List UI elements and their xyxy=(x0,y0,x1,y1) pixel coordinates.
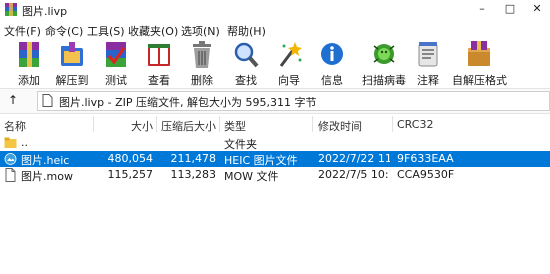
virus-scan-icon xyxy=(373,44,395,64)
column-divider[interactable] xyxy=(392,116,393,132)
find-button[interactable]: 查找 xyxy=(225,38,265,88)
magnifier-icon xyxy=(234,42,259,68)
minimize-button[interactable]: – xyxy=(472,2,492,15)
row-crc: CCA9530F xyxy=(397,168,455,181)
column-divider[interactable] xyxy=(312,116,313,132)
add-button[interactable]: 添加 xyxy=(8,38,48,88)
row-name: .. xyxy=(21,136,28,149)
maximize-button[interactable]: □ xyxy=(500,2,520,15)
comment-button[interactable]: 注释 xyxy=(407,38,447,88)
delete-button[interactable]: 删除 xyxy=(181,38,221,88)
folder-up-icon xyxy=(4,137,17,148)
info-button[interactable]: 信息 xyxy=(311,38,351,88)
window-title: 图片.livp xyxy=(22,5,68,18)
title-bar: 图片.livp – □ ✕ xyxy=(0,0,550,20)
address-bar: ↑ 图片.livp - ZIP 压缩文件, 解包大小为 595,311 字节 xyxy=(0,88,550,114)
row-name: 图片.mow xyxy=(21,170,73,183)
add-archive-icon xyxy=(19,42,39,67)
list-item[interactable]: 图片.mow 115,257 113,283 MOW 文件 2022/7/5 1… xyxy=(0,167,550,183)
wizard-button[interactable]: 向导 xyxy=(268,38,308,88)
document-icon xyxy=(42,94,53,107)
column-type[interactable]: 类型 xyxy=(224,118,246,134)
row-modified: 2022/7/5 10:11 xyxy=(318,168,390,181)
test-button[interactable]: 测试 xyxy=(95,38,135,88)
virus-scan-button[interactable]: 扫描病毒 xyxy=(362,38,406,88)
extract-to-button[interactable]: 解压到 xyxy=(51,38,91,88)
row-modified: 2022/7/22 11... xyxy=(318,152,390,165)
row-packed: 113,283 xyxy=(170,168,217,181)
archive-path-field[interactable]: 图片.livp - ZIP 压缩文件, 解包大小为 595,311 字节 xyxy=(37,91,550,111)
sfx-button[interactable]: 自解压格式 xyxy=(452,38,507,88)
column-name[interactable]: 名称 xyxy=(4,118,26,134)
column-packed-size[interactable]: 压缩后大小 xyxy=(158,118,216,134)
comment-icon xyxy=(418,42,438,67)
heic-image-icon xyxy=(4,153,17,165)
column-divider[interactable] xyxy=(93,116,94,132)
row-type: HEIC 图片文件 xyxy=(224,154,298,167)
generic-file-icon xyxy=(5,168,16,182)
winrar-app-icon xyxy=(5,3,17,16)
row-type: MOW 文件 xyxy=(224,170,279,183)
view-button[interactable]: 查看 xyxy=(138,38,178,88)
menu-help[interactable]: 帮助(H) xyxy=(227,23,266,39)
column-divider[interactable] xyxy=(219,116,220,132)
toolbar: 添加 解压到 测试 查看 删除 查找 向导 信息 扫描病毒 注释 自解压格式 xyxy=(0,38,550,88)
column-crc32[interactable]: CRC32 xyxy=(397,118,433,131)
trash-icon xyxy=(193,41,211,68)
row-size: 480,054 xyxy=(107,152,154,165)
column-divider[interactable] xyxy=(156,116,157,132)
row-type: 文件夹 xyxy=(224,138,257,151)
info-icon xyxy=(321,43,343,65)
column-modified[interactable]: 修改时间 xyxy=(318,118,362,134)
archive-path-text: 图片.livp - ZIP 压缩文件, 解包大小为 595,311 字节 xyxy=(59,96,317,109)
row-size: 115,257 xyxy=(107,168,154,181)
close-button[interactable]: ✕ xyxy=(527,2,547,15)
row-name: 图片.heic xyxy=(21,154,70,167)
view-book-icon xyxy=(148,44,170,66)
list-header: 名称 大小 压缩后大小 类型 修改时间 CRC32 xyxy=(0,114,550,134)
row-crc: 9F633EAA xyxy=(397,152,454,165)
menu-commands[interactable]: 命令(C) xyxy=(45,23,83,39)
menu-favorites[interactable]: 收藏夹(O) xyxy=(128,23,178,39)
up-folder-button[interactable]: ↑ xyxy=(8,93,18,107)
wand-icon xyxy=(279,42,302,67)
menu-options[interactable]: 选项(N) xyxy=(181,23,220,39)
menu-file[interactable]: 文件(F) xyxy=(4,23,41,39)
menu-tools[interactable]: 工具(S) xyxy=(87,23,125,39)
menu-bar: 文件(F) 命令(C) 工具(S) 收藏夹(O) 选项(N) 帮助(H) xyxy=(0,20,550,38)
row-packed: 211,478 xyxy=(170,152,217,165)
test-icon xyxy=(106,42,126,67)
list-item-selected[interactable]: 图片.heic 480,054 211,478 HEIC 图片文件 2022/7… xyxy=(0,151,550,167)
extract-folder-icon xyxy=(61,42,83,66)
list-item[interactable]: .. 文件夹 xyxy=(0,135,550,151)
column-size[interactable]: 大小 xyxy=(95,118,153,134)
sfx-icon xyxy=(468,41,490,66)
